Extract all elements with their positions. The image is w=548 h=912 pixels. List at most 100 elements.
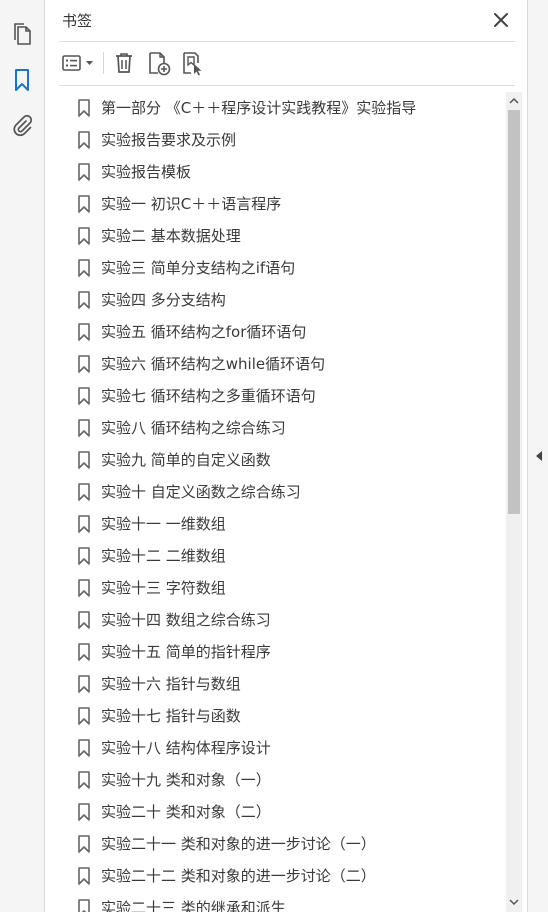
options-menu-button[interactable] — [59, 50, 99, 76]
bookmark-icon — [78, 771, 90, 789]
bookmark-icon — [78, 291, 90, 309]
bookmark-label: 实验三 简单分支结构之if语句 — [101, 259, 296, 277]
bookmark-label: 实验二 基本数据处理 — [101, 227, 241, 245]
bookmark-label: 实验报告模板 — [101, 163, 192, 181]
bookmark-item[interactable]: 实验十八 结构体程序设计 — [59, 732, 499, 764]
bookmark-label: 实验十九 类和对象（一） — [101, 771, 271, 789]
bookmark-item[interactable]: 实验报告模板 — [59, 156, 499, 188]
triangle-left-icon — [536, 451, 542, 461]
bookmark-label: 实验七 循环结构之多重循环语句 — [101, 387, 316, 405]
header-divider — [59, 41, 515, 42]
bookmark-item[interactable]: 实验三 简单分支结构之if语句 — [59, 252, 499, 284]
bookmarks-panel: 书签 第一部分 《C＋＋程序设计实践教程》实验指导 实验报告要求及示例 实验报告… — [45, 0, 527, 912]
bookmark-item[interactable]: 实验八 循环结构之综合练习 — [59, 412, 499, 444]
paperclip-icon — [13, 114, 33, 137]
bookmark-label: 实验十 自定义函数之综合练习 — [101, 483, 301, 501]
scroll-thumb[interactable] — [508, 110, 520, 514]
bookmark-label: 实验五 循环结构之for循环语句 — [101, 323, 307, 341]
bookmark-label: 实验十一 一维数组 — [101, 515, 226, 533]
bookmark-item[interactable]: 实验报告要求及示例 — [59, 124, 499, 156]
bookmark-label: 实验六 循环结构之while循环语句 — [101, 355, 326, 373]
bookmark-icon — [78, 355, 90, 373]
bookmarks-window: 书签 第一部分 《C＋＋程序设计实践教程》实验指导 实验报告要求及示例 实验报告… — [0, 0, 548, 912]
bookmark-label: 第一部分 《C＋＋程序设计实践教程》实验指导 — [101, 99, 417, 117]
bookmark-icon — [78, 419, 90, 437]
bookmark-icon — [78, 867, 90, 885]
close-icon — [494, 13, 508, 27]
bookmark-icon — [78, 483, 90, 501]
bookmark-item[interactable]: 实验七 循环结构之多重循环语句 — [59, 380, 499, 412]
pages-icon — [14, 23, 31, 45]
bookmark-icon — [78, 323, 90, 341]
options-menu-icon — [62, 55, 93, 71]
bookmark-item[interactable]: 实验十七 指针与函数 — [59, 700, 499, 732]
bookmark-item[interactable]: 实验十五 简单的指针程序 — [59, 636, 499, 668]
scroll-up-button[interactable] — [506, 93, 522, 109]
attachments-button[interactable] — [8, 112, 36, 140]
bookmark-item[interactable]: 实验六 循环结构之while循环语句 — [59, 348, 499, 380]
bookmark-item[interactable]: 实验二十一 类和对象的进一步讨论（一） — [59, 828, 499, 860]
panel-header: 书签 — [45, 0, 527, 40]
bookmark-icon — [78, 163, 90, 181]
bookmark-item[interactable]: 实验十六 指针与数组 — [59, 668, 499, 700]
right-pane-strip — [527, 0, 548, 912]
bookmark-icon — [78, 451, 90, 469]
vertical-scrollbar[interactable] — [506, 92, 522, 912]
bookmark-icon — [78, 259, 90, 277]
chevron-up-icon — [509, 97, 519, 104]
bookmark-item[interactable]: 实验十三 字符数组 — [59, 572, 499, 604]
bookmark-icon — [78, 611, 90, 629]
new-bookmark-button[interactable] — [145, 50, 173, 76]
bookmark-icon — [78, 227, 90, 245]
delete-bookmark-button[interactable] — [111, 50, 137, 76]
bookmark-item[interactable]: 实验十四 数组之综合练习 — [59, 604, 499, 636]
trash-icon — [116, 53, 132, 73]
bookmark-item[interactable]: 实验十 自定义函数之综合练习 — [59, 476, 499, 508]
bookmark-item[interactable]: 实验二十 类和对象（二） — [59, 796, 499, 828]
navigation-rail — [0, 0, 45, 912]
bookmark-list: 第一部分 《C＋＋程序设计实践教程》实验指导 实验报告要求及示例 实验报告模板实验一… — [59, 92, 507, 912]
page-thumbnails-button[interactable] — [8, 20, 36, 48]
bookmark-from-selection-button[interactable] — [179, 50, 207, 76]
bookmark-item[interactable]: 实验十一 一维数组 — [59, 508, 499, 540]
bookmark-icon — [78, 643, 90, 661]
bookmark-icon — [78, 835, 90, 853]
bookmark-item[interactable]: 实验二 基本数据处理 — [59, 220, 499, 252]
bookmark-item[interactable]: 实验四 多分支结构 — [59, 284, 499, 316]
panel-title: 书签 — [62, 12, 93, 30]
bookmark-label: 实验二十一 类和对象的进一步讨论（一） — [101, 835, 376, 853]
bookmark-label: 实验十六 指针与数组 — [101, 675, 241, 693]
bookmark-label: 实验二十 类和对象（二） — [101, 803, 271, 821]
bookmark-item[interactable]: 实验十九 类和对象（一） — [59, 764, 499, 796]
collapse-panel-button[interactable] — [532, 448, 546, 464]
bookmark-label: 实验二十三 类的继承和派生 — [101, 899, 286, 912]
scroll-down-button[interactable] — [506, 894, 522, 910]
bookmark-item[interactable]: 实验二十三 类的继承和派生 — [59, 892, 499, 912]
toolbar-divider — [59, 85, 515, 86]
bookmark-icon — [78, 803, 90, 821]
bookmark-icon — [78, 387, 90, 405]
bookmark-item[interactable]: 第一部分 《C＋＋程序设计实践教程》实验指导 — [59, 92, 499, 124]
new-bookmark-icon — [149, 52, 171, 76]
bookmark-label: 实验一 初识C＋＋语言程序 — [101, 195, 282, 213]
bookmarks-panel-button[interactable] — [8, 66, 36, 94]
bookmark-icon — [78, 579, 90, 597]
bookmark-icon — [78, 99, 90, 117]
bookmark-label: 实验四 多分支结构 — [101, 291, 226, 309]
bookmark-label: 实验十七 指针与函数 — [101, 707, 241, 725]
bookmark-from-selection-icon — [183, 52, 202, 76]
bookmark-item[interactable]: 实验二十二 类和对象的进一步讨论（二） — [59, 860, 499, 892]
bookmark-label: 实验十三 字符数组 — [101, 579, 226, 597]
bookmark-icon — [78, 547, 90, 565]
bookmark-toolbar — [59, 44, 515, 82]
close-panel-button[interactable] — [491, 10, 511, 30]
bookmark-icon — [78, 195, 90, 213]
bookmark-label: 实验报告要求及示例 — [101, 131, 237, 149]
bookmark-icon — [78, 675, 90, 693]
bookmark-item[interactable]: 实验九 简单的自定义函数 — [59, 444, 499, 476]
bookmark-item[interactable]: 实验一 初识C＋＋语言程序 — [59, 188, 499, 220]
bookmark-icon — [78, 739, 90, 757]
bookmark-item[interactable]: 实验十二 二维数组 — [59, 540, 499, 572]
bookmark-item[interactable]: 实验五 循环结构之for循环语句 — [59, 316, 499, 348]
chevron-down-icon — [509, 899, 519, 906]
